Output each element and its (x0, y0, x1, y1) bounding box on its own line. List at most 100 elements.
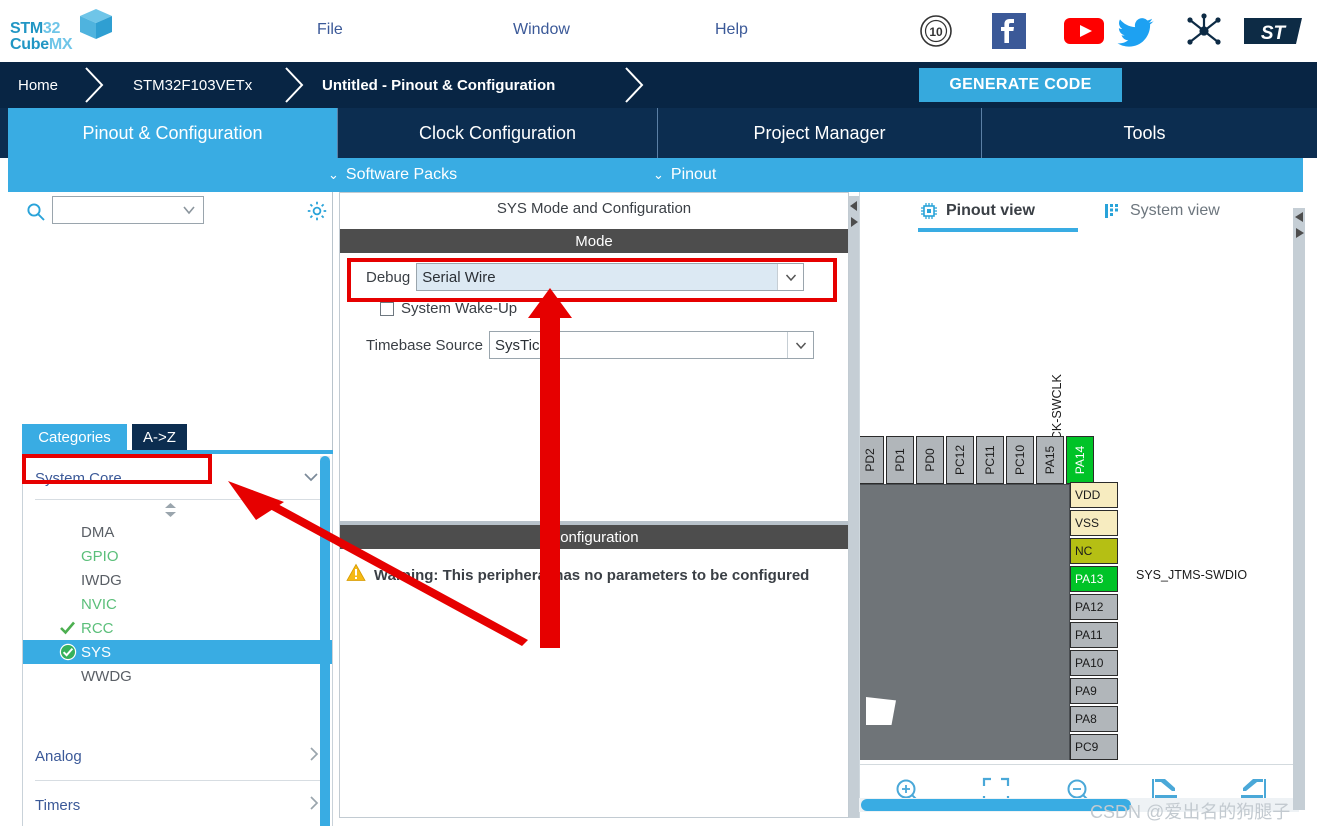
st-logo-icon[interactable]: ST (1240, 12, 1306, 50)
sidebar-item-wwdg[interactable]: WWDG (23, 664, 332, 688)
tab-clock-configuration[interactable]: Clock Configuration (338, 108, 658, 158)
breadcrumb-home[interactable]: Home (18, 62, 58, 108)
search-combo[interactable] (52, 196, 204, 224)
breadcrumb-project[interactable]: Untitled - Pinout & Configuration (322, 62, 555, 108)
timebase-select[interactable]: SysTick (489, 331, 814, 359)
chevron-down-icon-search[interactable] (181, 202, 197, 223)
sidebar-item-gpio-label: GPIO (81, 547, 119, 565)
chip-diagram[interactable]: SYS_JTCK-SWCLK PD2 PD1 PD0 PC12 PC11 PC1… (860, 240, 1300, 760)
community-icon[interactable] (1182, 12, 1226, 50)
search-icon[interactable] (26, 202, 46, 227)
debug-select[interactable]: Serial Wire (416, 263, 805, 291)
sidebar-tab-categories[interactable]: Categories (22, 424, 127, 450)
pin-pd1-label: PD1 (893, 448, 907, 472)
cubemx-logo: STM32 CubeMX (8, 6, 118, 58)
pin-pd0[interactable]: PD0 (916, 436, 944, 484)
watermark: CSDN @爱出名的狗腿子 (1090, 802, 1291, 822)
pin-pc9[interactable]: PC9 (1070, 734, 1118, 760)
tab-pinout-view-label: Pinout view (946, 202, 1035, 219)
debug-label: Debug (366, 268, 411, 286)
pin-pd0-label: PD0 (923, 448, 937, 472)
menu-bar: STM32 CubeMX File Window Help 10 ST (0, 0, 1317, 62)
splitter-collapse-right-icon[interactable] (849, 215, 859, 227)
check-tick-icon (59, 619, 76, 640)
pin-vdd[interactable]: VDD (1070, 482, 1118, 508)
timebase-value: SysTick (495, 336, 547, 354)
category-timers[interactable]: Timers (35, 781, 320, 826)
menu-help[interactable]: Help (715, 21, 748, 39)
pin-pa11[interactable]: PA11 (1070, 622, 1118, 648)
tab-system-view[interactable]: System view (1104, 196, 1220, 226)
chevron-down-icon-debug[interactable] (777, 264, 804, 290)
pin-nc[interactable]: NC (1070, 538, 1118, 564)
facebook-icon[interactable] (989, 12, 1033, 50)
category-system-core[interactable]: System Core (35, 458, 320, 500)
panel-splitter[interactable] (849, 196, 859, 818)
menu-window[interactable]: Window (513, 21, 570, 39)
right-scrollbar-track[interactable] (1293, 208, 1305, 810)
category-timers-label: Timers (35, 796, 81, 814)
category-analog[interactable]: Analog (35, 732, 320, 781)
sidebar-item-sys[interactable]: SYS (23, 640, 332, 664)
sidebar-scrollbar-thumb[interactable] (320, 456, 330, 826)
sidebar-item-nvic[interactable]: NVIC (23, 592, 332, 616)
pin-pa9[interactable]: PA9 (1070, 678, 1118, 704)
peripheral-sidebar: Categories A->Z System Core DMA GPIO IWD… (8, 192, 333, 826)
mode-section-header: Mode (340, 229, 848, 253)
pinout-menu[interactable]: ⌄ Pinout (653, 158, 716, 192)
pin-pa14[interactable]: PA14 (1066, 436, 1094, 484)
right-scroll-collapse-right-icon[interactable] (1294, 226, 1305, 238)
tab-tools[interactable]: Tools (982, 108, 1307, 158)
sidebar-item-rcc[interactable]: RCC (23, 616, 332, 640)
pin-pa10-label: PA10 (1075, 656, 1104, 670)
pin-pa8-label: PA8 (1075, 712, 1097, 726)
pin-pc10[interactable]: PC10 (1006, 436, 1034, 484)
anniversary-10-icon[interactable]: 10 (916, 12, 960, 50)
sidebar-item-iwdg[interactable]: IWDG (23, 568, 332, 592)
right-pin-column: VDD VSS NC PA13 PA12 PA11 PA10 PA9 PA8 P… (1070, 482, 1118, 760)
tab-project-manager[interactable]: Project Manager (658, 108, 982, 158)
splitter-collapse-left-icon[interactable] (849, 199, 859, 211)
pin-pc11[interactable]: PC11 (976, 436, 1004, 484)
logo-line-2: CubeMX (10, 36, 73, 53)
sub-toolbar: ⌄ Software Packs ⌄ Pinout (8, 158, 1303, 192)
mode-section-body: Debug Serial Wire System Wake-Up Timebas… (340, 253, 848, 523)
system-wakeup-checkbox[interactable] (380, 301, 394, 316)
right-scroll-collapse-left-icon[interactable] (1294, 210, 1305, 222)
breadcrumb-mcu[interactable]: STM32F103VETx (133, 62, 252, 108)
generate-code-button[interactable]: GENERATE CODE (919, 68, 1122, 102)
pin-pd2[interactable]: PD2 (860, 436, 884, 484)
pin-pc12[interactable]: PC12 (946, 436, 974, 484)
pin-pc12-label: PC12 (953, 444, 967, 476)
pin-pa13[interactable]: PA13 (1070, 566, 1118, 592)
pin-pa15[interactable]: PA15 (1036, 436, 1064, 484)
pin-pa8[interactable]: PA8 (1070, 706, 1118, 732)
software-packs-label: Software Packs (345, 166, 458, 183)
youtube-icon[interactable] (1062, 12, 1106, 50)
twitter-icon[interactable] (1112, 12, 1156, 50)
warning-icon (346, 563, 366, 587)
pin-vss[interactable]: VSS (1070, 510, 1118, 536)
panel-title: SYS Mode and Configuration (340, 193, 848, 223)
tab-system-view-label: System view (1130, 202, 1220, 219)
pin-pa10[interactable]: PA10 (1070, 650, 1118, 676)
sidebar-item-gpio[interactable]: GPIO (23, 544, 332, 568)
cube-icon (80, 9, 112, 39)
chevron-down-icon-timebase[interactable] (787, 332, 813, 358)
sidebar-item-dma[interactable]: DMA (23, 520, 332, 544)
tab-pinout-view[interactable]: Pinout view (920, 196, 1035, 226)
gear-icon[interactable] (306, 200, 328, 227)
pin-pa15-label: PA15 (1043, 445, 1057, 475)
debug-value: Serial Wire (422, 268, 496, 286)
breadcrumb-chevron-icon-3 (620, 62, 652, 108)
software-packs-menu[interactable]: ⌄ Software Packs (328, 158, 457, 192)
sidebar-tab-az[interactable]: A->Z (132, 424, 187, 450)
sys-configuration-panel: SYS Mode and Configuration Mode Debug Se… (339, 192, 849, 818)
pin-pd1[interactable]: PD1 (886, 436, 914, 484)
menu-file[interactable]: File (317, 21, 343, 39)
breadcrumb-chevron-icon (80, 62, 112, 108)
search-input[interactable] (57, 200, 177, 220)
pin-pa12[interactable]: PA12 (1070, 594, 1118, 620)
tab-pinout-configuration[interactable]: Pinout & Configuration (8, 108, 338, 158)
chip-corner-notch (866, 697, 896, 725)
